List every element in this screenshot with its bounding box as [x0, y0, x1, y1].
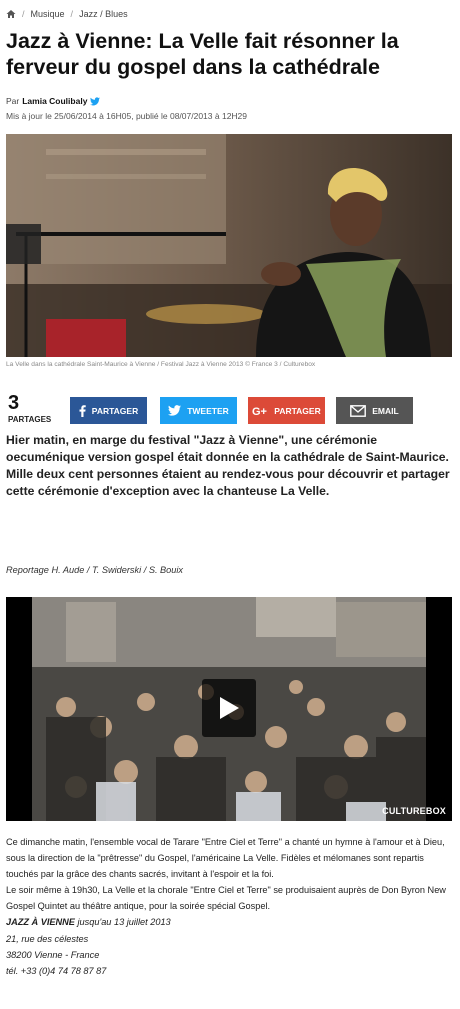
event-address-line-1: 21, rue des célestes	[6, 933, 89, 944]
article-dates: Mis à jour le 25/06/2014 à 16H05, publié…	[6, 111, 248, 121]
twitter-share-label: TWEETER	[187, 405, 229, 416]
event-phone: tél. +33 (0)4 74 78 87 87	[6, 965, 107, 976]
twitter-share-button[interactable]: TWEETER	[160, 397, 237, 424]
play-button[interactable]	[202, 679, 256, 737]
body-paragraph-2: Le soir même à 19h30, La Velle et la cho…	[6, 885, 446, 912]
article-body: Ce dimanche matin, l'ensemble vocal de T…	[6, 834, 452, 979]
event-dates: jusqu'au 13 juillet 2013	[74, 917, 171, 928]
googleplus-share-button[interactable]: G+ PARTAGER	[248, 397, 325, 424]
by-label: Par	[6, 96, 20, 106]
event-name: JAZZ À VIENNE	[6, 917, 75, 928]
twitter-icon	[168, 405, 182, 416]
play-icon	[220, 697, 239, 719]
breadcrumb-separator: /	[70, 9, 74, 19]
event-address-line-2: 38200 Vienne - France	[6, 949, 100, 960]
email-share-button[interactable]: EMAIL	[336, 397, 413, 424]
googleplus-share-label: PARTAGER	[274, 405, 321, 416]
facebook-share-label: PARTAGER	[91, 405, 139, 416]
email-icon	[350, 404, 367, 417]
video-credits: Reportage H. Aude / T. Swiderski / S. Bo…	[6, 565, 184, 575]
concert-photo	[6, 134, 452, 357]
body-paragraph-1: Ce dimanche matin, l'ensemble vocal de T…	[6, 837, 445, 880]
svg-text:G+: G+	[252, 406, 267, 416]
share-count: 3	[8, 392, 20, 414]
video-player[interactable]: CULTUREBOX	[6, 597, 452, 821]
share-count-label: PARTAGES	[8, 415, 52, 424]
author-link[interactable]: Lamia Coulibaly	[22, 96, 87, 106]
hero-image	[6, 134, 452, 357]
image-caption: La Velle dans la cathédrale Saint-Mauric…	[6, 361, 316, 368]
twitter-icon[interactable]	[90, 96, 101, 106]
email-share-label: EMAIL	[372, 405, 399, 416]
breadcrumb: / Musique / Jazz / Blues	[6, 6, 128, 22]
article-lead: Hier matin, en marge du festival "Jazz à…	[6, 433, 450, 498]
breadcrumb-item-musique[interactable]: Musique	[31, 9, 65, 19]
breadcrumb-separator: /	[22, 9, 25, 19]
event-dates-line: JAZZ À VIENNE jusqu'au 13 juillet 2013	[6, 914, 452, 930]
share-counter: 3 PARTAGES	[8, 392, 60, 424]
facebook-share-button[interactable]: PARTAGER	[70, 397, 147, 424]
culturebox-logo: CULTUREBOX	[382, 806, 446, 816]
facebook-icon	[79, 404, 86, 417]
home-icon[interactable]	[6, 9, 16, 19]
googleplus-icon: G+	[252, 406, 267, 416]
byline: Par Lamia Coulibaly	[6, 96, 101, 106]
article-title: Jazz à Vienne: La Velle fait résonner la…	[6, 29, 399, 79]
breadcrumb-item-jazz-blues[interactable]: Jazz / Blues	[79, 9, 128, 19]
